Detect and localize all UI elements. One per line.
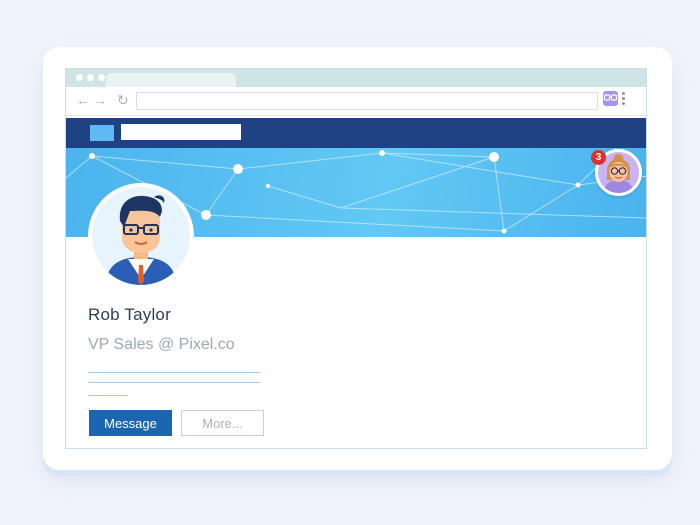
placeholder-line [88,395,128,396]
browser-window: ← → ↻ 3 Rob Taylor VP Sales @ Pixel.co M… [65,68,647,449]
browser-toolbar: ← → ↻ [66,87,646,116]
reload-icon[interactable]: ↻ [117,91,129,109]
app-navbar [66,118,646,148]
site-logo[interactable] [90,125,114,141]
window-dot [76,74,83,81]
kebab-menu-icon[interactable] [622,91,626,107]
profile-name: Rob Taylor [88,305,171,324]
address-bar[interactable] [136,92,598,110]
notification-badge: 3 [591,150,606,165]
arrow-left-icon[interactable]: ← [76,91,90,109]
man-with-glasses-icon [106,195,176,285]
extension-glasses-icon[interactable] [603,91,618,106]
placeholder-line [88,382,260,383]
more-button[interactable]: More... [181,410,264,436]
arrow-right-icon[interactable]: → [93,91,107,109]
tab-strip [66,69,646,87]
window-dot [87,74,94,81]
message-button[interactable]: Message [89,410,172,436]
browser-tab[interactable] [106,73,236,87]
placeholder-line [88,372,260,373]
search-input[interactable] [121,124,241,140]
profile-title: VP Sales @ Pixel.co [88,336,235,353]
window-dot [98,74,105,81]
profile-avatar[interactable] [88,183,194,289]
